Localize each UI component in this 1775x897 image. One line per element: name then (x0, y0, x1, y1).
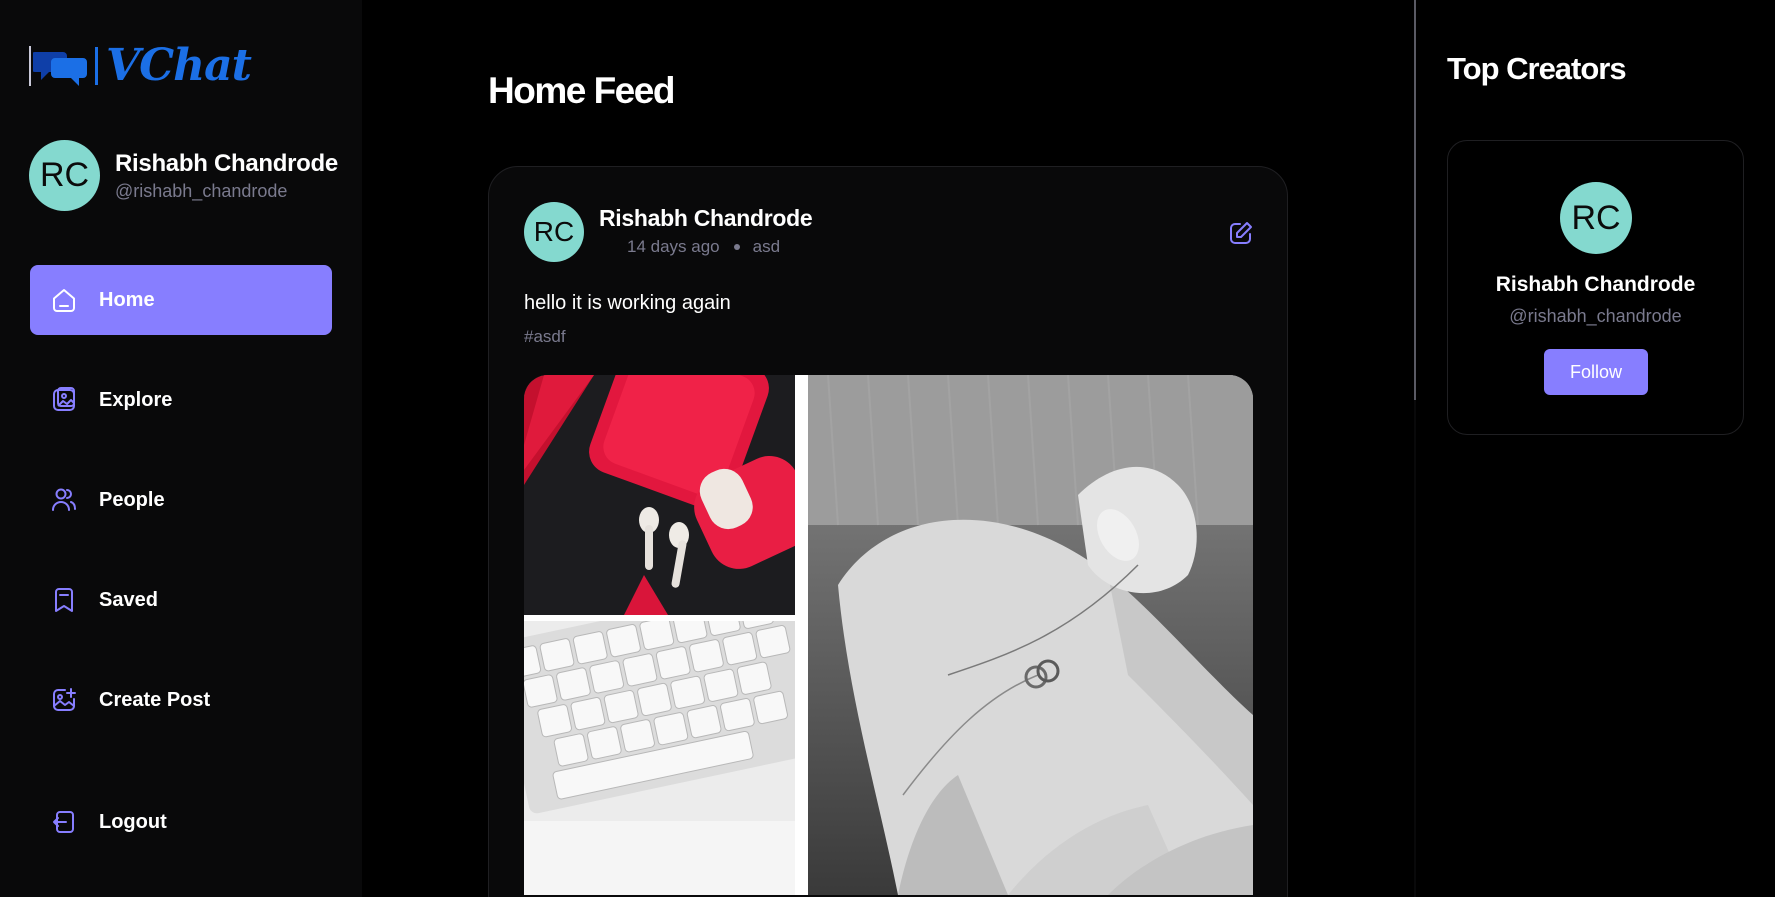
right-panel: Top Creators RC Rishabh Chandrode @risha… (1416, 0, 1775, 897)
post-tags[interactable]: #asdf (524, 327, 566, 347)
add-image-icon (49, 685, 79, 715)
creator-name: Rishabh Chandrode (1495, 273, 1696, 296)
logout-icon (49, 807, 79, 837)
post-author-name[interactable]: Rishabh Chandrode (599, 205, 813, 232)
sidebar-item-explore[interactable]: Explore (30, 365, 332, 435)
chat-bubbles-icon (33, 52, 87, 86)
page-title: Home Feed (488, 70, 675, 111)
post-card: RC Rishabh Chandrode 14 days ago asd hel… (488, 166, 1288, 897)
follow-button[interactable]: Follow (1544, 349, 1648, 395)
sidebar-item-label: Home (99, 288, 155, 311)
post-meta: 14 days ago asd (627, 237, 780, 257)
people-icon (49, 485, 79, 515)
photo-red-phone-earbuds (524, 375, 795, 615)
post-caption: hello it is working again (524, 292, 731, 314)
post-location: asd (752, 237, 781, 256)
main-feed: Home Feed RC Rishabh Chandrode 14 days a… (362, 0, 1414, 897)
logo-separator (95, 47, 98, 85)
app-name: VChat (106, 40, 252, 91)
avatar: RC (29, 140, 100, 211)
photo-keyboard (524, 621, 795, 895)
logout-label: Logout (99, 810, 167, 833)
sidebar-nav: Home Explore People Saved Create Post (30, 265, 332, 765)
home-icon (49, 285, 79, 315)
sidebar-item-label: Create Post (99, 688, 211, 711)
profile-handle: @rishabh_chandrode (115, 180, 288, 201)
post-time: 14 days ago (627, 237, 720, 256)
app-logo[interactable]: VChat (29, 40, 252, 91)
profile-name: Rishabh Chandrode (115, 149, 338, 177)
creator-handle: @rishabh_chandrode (1509, 306, 1682, 326)
post-image[interactable] (524, 375, 1253, 895)
left-sidebar: VChat RC Rishabh Chandrode @rishabh_chan… (0, 0, 362, 897)
logout-area: Logout (30, 787, 332, 887)
edit-post-button[interactable] (1228, 220, 1254, 246)
logout-button[interactable]: Logout (30, 787, 332, 857)
sidebar-item-label: People (99, 488, 165, 511)
sidebar-item-label: Explore (99, 388, 173, 411)
logo-mark-bar (29, 46, 31, 86)
bookmark-icon (49, 585, 79, 615)
sidebar-item-label: Saved (99, 588, 158, 611)
sidebar-item-create-post[interactable]: Create Post (30, 665, 332, 735)
meta-separator-dot (733, 244, 740, 250)
sidebar-item-home[interactable]: Home (30, 265, 332, 335)
creator-avatar: RC (1560, 182, 1632, 254)
post-author-avatar[interactable]: RC (524, 202, 584, 262)
top-creators-title: Top Creators (1447, 51, 1627, 86)
edit-icon (1230, 222, 1252, 244)
sidebar-profile[interactable]: RC Rishabh Chandrode @rishabh_chandrode (29, 140, 338, 211)
sidebar-item-people[interactable]: People (30, 465, 332, 535)
photo-hand-bracelet (808, 375, 1253, 895)
creator-card[interactable]: RC Rishabh Chandrode @rishabh_chandrode … (1447, 140, 1744, 435)
gallery-icon (49, 385, 79, 415)
sidebar-item-saved[interactable]: Saved (30, 565, 332, 635)
